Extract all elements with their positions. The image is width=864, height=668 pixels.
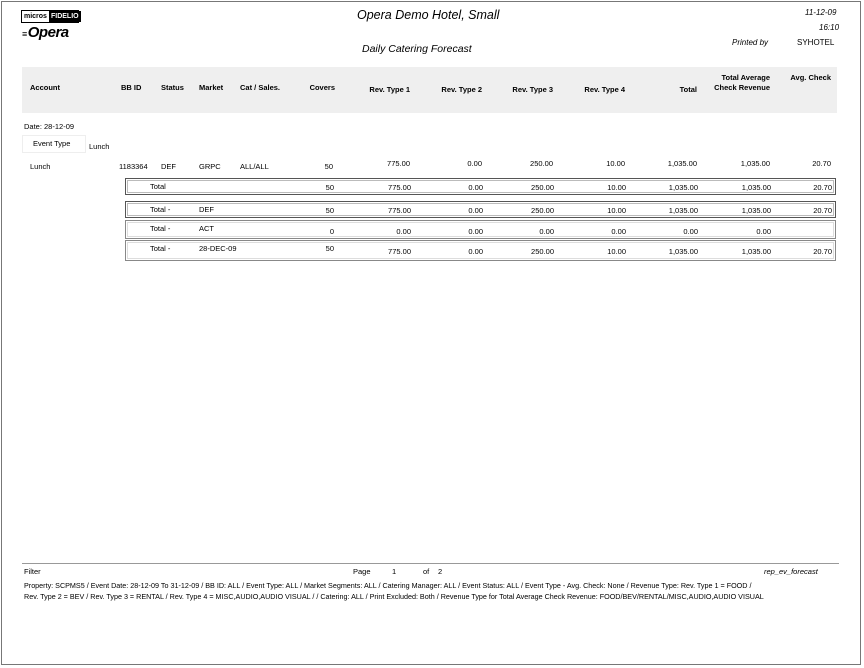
opera-logo: ≡Opera — [22, 24, 69, 41]
total-row-date: Total - 28-DEC-09 50 775.00 0.00 250.00 … — [125, 240, 836, 261]
col-status: Status — [161, 83, 184, 92]
cell-account: Lunch — [30, 162, 51, 171]
total-row-status-def: Total - DEF 50 775.00 0.00 250.00 10.00 … — [125, 201, 836, 218]
col-avg-check: Avg. Check — [790, 73, 831, 82]
hotel-name: Opera Demo Hotel, Small — [357, 8, 500, 22]
cell-rev-type-4: 10.00 — [606, 159, 625, 168]
of-label: of — [423, 567, 430, 576]
total-row-event-type: Total 50 775.00 0.00 250.00 10.00 1,035.… — [125, 178, 836, 195]
footer-divider — [22, 563, 839, 564]
cell-bb-id: 1183364 — [119, 162, 148, 171]
event-type-value: Lunch — [89, 142, 110, 151]
total-row-status-act: Total - ACT 0 0.00 0.00 0.00 0.00 0.00 0… — [125, 220, 836, 239]
cell-avg-check: 20.70 — [812, 159, 831, 168]
cell-rev-type-2: 0.00 — [467, 159, 482, 168]
col-bb-id: BB ID — [121, 83, 142, 92]
group-date-label: Date: 28-12-09 — [24, 122, 75, 131]
report-code: rep_ev_forecast — [764, 567, 818, 576]
page-total: 2 — [438, 567, 443, 576]
report-time: 16:10 — [819, 23, 840, 32]
event-type-label: Event Type — [23, 136, 85, 152]
cell-cat-sales: ALL/ALL — [240, 162, 269, 171]
report-title: Daily Catering Forecast — [362, 43, 472, 55]
col-rev-type-2: Rev. Type 2 — [441, 85, 482, 94]
col-total: Total — [679, 85, 697, 94]
col-rev-type-3: Rev. Type 3 — [512, 85, 553, 94]
report-date: 11-12-09 — [805, 8, 837, 17]
micros-fidelio-logo: micros FIDELIO — [21, 10, 81, 23]
page-number: 1 — [392, 567, 397, 576]
col-rev-type-4: Rev. Type 4 — [584, 85, 625, 94]
page-label: Page — [353, 567, 371, 576]
col-total-average-check-revenue: Total Average Check Revenue — [714, 73, 770, 92]
cell-market: GRPC — [199, 162, 221, 171]
cell-covers: 50 — [324, 162, 333, 171]
col-market: Market — [199, 83, 224, 92]
cell-rev-type-1: 775.00 — [387, 159, 410, 168]
col-rev-type-1: Rev. Type 1 — [369, 85, 410, 94]
filter-label: Filter — [24, 567, 41, 576]
opera-swoosh-icon: ≡ — [22, 29, 27, 39]
cell-status: DEF — [161, 162, 176, 171]
col-covers: Covers — [309, 83, 335, 92]
report-parameters: Property: SCPMS5 / Event Date: 28-12-09 … — [24, 581, 764, 601]
col-account: Account — [30, 83, 60, 92]
printed-by-label: Printed by — [732, 38, 769, 47]
col-cat-sales: Cat / Sales. — [240, 83, 281, 92]
cell-rev-type-3: 250.00 — [530, 159, 553, 168]
cell-total-average-check: 1,035.00 — [740, 159, 770, 168]
printed-by-value: SYHOTEL — [797, 38, 835, 47]
cell-total: 1,035.00 — [667, 159, 697, 168]
